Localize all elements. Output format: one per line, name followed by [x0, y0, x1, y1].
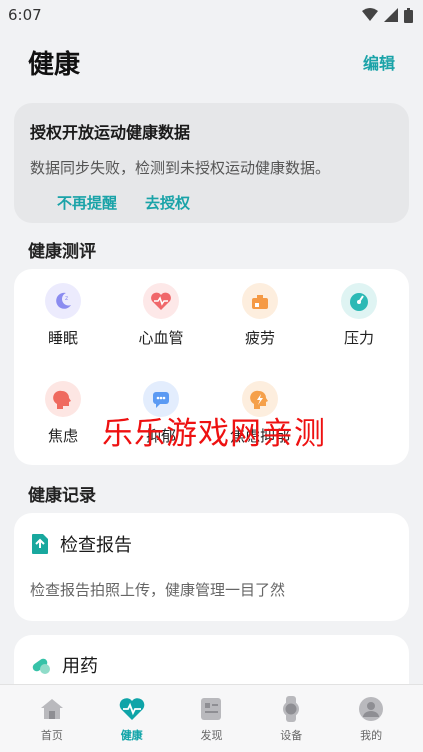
eval-item-label: 焦虑: [47, 427, 78, 445]
eval-item-label: 睡眠: [47, 329, 78, 347]
report-icon: [32, 534, 48, 554]
authorize-card-description: 数据同步失败，检测到未授权运动健康数据。: [30, 159, 331, 177]
report-card-description: 检查报告拍照上传，健康管理一目了然: [30, 581, 286, 599]
nav-item-label: 发现: [200, 728, 223, 742]
eval-item-fatigue[interactable]: 疲劳: [220, 283, 300, 348]
report-card[interactable]: 检查报告 检查报告拍照上传，健康管理一目了然: [14, 513, 409, 621]
nav-item-mine[interactable]: 我的: [341, 695, 401, 743]
eval-item-label: 压力: [343, 329, 374, 347]
nav-item-discover[interactable]: 发现: [181, 695, 241, 743]
nav-item-home[interactable]: 首页: [22, 695, 82, 743]
health-heart-icon: [118, 695, 146, 723]
page-header: 健康 编辑: [0, 30, 423, 94]
eval-item-stress[interactable]: 压力: [319, 283, 399, 348]
nav-item-label: 健康: [120, 728, 143, 742]
watermark-text: 乐乐游戏网亲测: [102, 416, 326, 452]
profile-icon: [357, 695, 385, 723]
head-icon: [45, 381, 81, 417]
report-card-title: 检查报告: [60, 535, 132, 556]
gauge-icon: [341, 283, 377, 319]
authorize-button[interactable]: 去授权: [145, 192, 190, 213]
eval-item-label: 疲劳: [244, 329, 275, 347]
dismiss-button[interactable]: 不再提醒: [57, 192, 117, 213]
eval-item-cardio[interactable]: 心血管: [121, 283, 201, 348]
status-time: 6:07: [8, 6, 42, 24]
evaluation-section-title: 健康测评: [28, 242, 96, 262]
status-bar: 6:07: [0, 0, 423, 30]
nav-item-device[interactable]: 设备: [261, 695, 321, 743]
edit-button[interactable]: 编辑: [363, 50, 395, 74]
heart-icon: [143, 283, 179, 319]
eval-item-sleep[interactable]: z 睡眠: [23, 283, 103, 348]
nav-item-label: 设备: [280, 728, 303, 742]
nav-item-label: 我的: [360, 728, 383, 742]
nav-item-label: 首页: [40, 728, 63, 742]
records-section-title: 健康记录: [28, 486, 96, 506]
medication-card[interactable]: 用药: [14, 635, 409, 685]
battery-icon: [242, 283, 278, 319]
authorize-card: 授权开放运动健康数据 数据同步失败，检测到未授权运动健康数据。 不再提醒 去授权: [14, 103, 409, 223]
page-title: 健康: [28, 49, 81, 80]
moon-icon: z: [45, 283, 81, 319]
watch-icon: [277, 695, 305, 723]
nav-item-health[interactable]: 健康: [102, 695, 162, 743]
signal-icon: [384, 8, 398, 22]
medication-card-title: 用药: [62, 656, 98, 677]
svg-text:z: z: [65, 295, 68, 302]
eval-item-anxiety[interactable]: 焦虑: [23, 381, 103, 446]
wifi-icon: [362, 8, 378, 21]
discover-icon: [197, 695, 225, 723]
home-icon: [38, 695, 66, 723]
bottom-nav: 首页 健康 发现 设备 我的: [0, 684, 423, 752]
battery-status-icon: [404, 7, 413, 23]
eval-item-label: 心血管: [138, 329, 184, 347]
pill-icon: [32, 658, 50, 674]
authorize-card-title: 授权开放运动健康数据: [30, 123, 191, 142]
